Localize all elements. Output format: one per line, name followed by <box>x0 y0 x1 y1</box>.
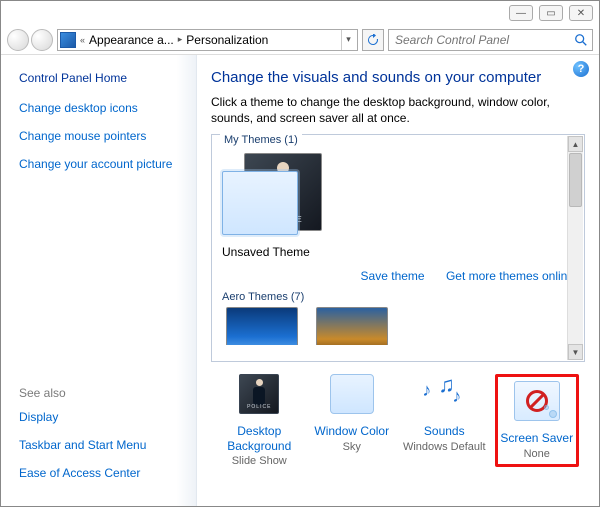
breadcrumb-personalization[interactable]: Personalization <box>186 33 268 47</box>
taskbar-start-menu-link[interactable]: Taskbar and Start Menu <box>19 438 184 452</box>
screen-saver-label: Screen Saver <box>500 431 574 445</box>
search-input[interactable] <box>393 32 563 48</box>
help-button[interactable]: ? <box>573 61 589 77</box>
sounds-item[interactable]: ♪ ♫ ♪ Sounds Windows Default <box>402 374 486 467</box>
chevron-left-icon: « <box>80 35 85 45</box>
see-also-section: See also Display Taskbar and Start Menu … <box>19 386 184 494</box>
theme-label: Unsaved Theme <box>222 245 332 259</box>
sounds-icon: ♪ ♫ ♪ <box>420 374 468 414</box>
breadcrumb-dropdown-icon[interactable]: ▾ <box>341 30 355 50</box>
address-bar: « Appearance a... ▸ Personalization ▾ <box>1 25 599 55</box>
window-color-value: Sky <box>310 441 394 453</box>
control-panel-home-link[interactable]: Control Panel Home <box>19 71 184 85</box>
sidebar: Control Panel Home Change desktop icons … <box>1 55 197 506</box>
control-panel-icon <box>60 32 76 48</box>
close-button[interactable]: ✕ <box>569 5 593 21</box>
breadcrumb-appearance[interactable]: Appearance a... <box>89 33 174 47</box>
main-content: ? Change the visuals and sounds on your … <box>197 55 599 506</box>
window-color-label: Window Color <box>310 424 394 438</box>
my-themes-label: My Themes (1) <box>220 134 302 146</box>
minimize-button[interactable]: — <box>509 5 533 21</box>
sounds-value: Windows Default <box>402 441 486 453</box>
page-description: Click a theme to change the desktop back… <box>211 94 585 126</box>
breadcrumb-field[interactable]: « Appearance a... ▸ Personalization ▾ <box>57 29 358 51</box>
nav-back-button[interactable] <box>7 29 29 51</box>
sounds-label: Sounds <box>402 424 486 438</box>
window-color-icon <box>330 374 374 414</box>
change-mouse-pointers-link[interactable]: Change mouse pointers <box>19 129 184 143</box>
screen-saver-icon <box>514 381 560 421</box>
theme-window-color-thumb <box>222 171 298 235</box>
refresh-button[interactable] <box>362 29 384 51</box>
get-more-themes-link[interactable]: Get more themes online <box>446 269 574 283</box>
theme-unsaved[interactable]: Unsaved Theme <box>222 153 332 259</box>
page-title: Change the visuals and sounds on your co… <box>211 69 585 86</box>
ease-of-access-link[interactable]: Ease of Access Center <box>19 466 184 480</box>
nav-forward-button[interactable] <box>31 29 53 51</box>
maximize-button[interactable]: ▭ <box>539 5 563 21</box>
scroll-thumb[interactable] <box>569 153 582 207</box>
display-link[interactable]: Display <box>19 410 184 424</box>
window-color-item[interactable]: Window Color Sky <box>310 374 394 467</box>
aero-theme-1[interactable] <box>226 307 298 345</box>
save-theme-link[interactable]: Save theme <box>361 269 425 283</box>
desktop-background-value: Slide Show <box>217 455 301 467</box>
chevron-right-icon: ▸ <box>178 34 183 45</box>
search-box[interactable] <box>388 29 593 51</box>
themes-scrollbar[interactable]: ▲ ▼ <box>567 136 583 360</box>
control-panel-window: — ▭ ✕ « Appearance a... ▸ Personalizatio… <box>0 0 600 507</box>
desktop-background-item[interactable]: Desktop Background Slide Show <box>217 374 301 467</box>
aero-themes-row <box>212 307 584 345</box>
desktop-background-label: Desktop Background <box>217 424 301 453</box>
search-icon <box>574 33 588 47</box>
window-titlebar: — ▭ ✕ <box>1 1 599 25</box>
screen-saver-value: None <box>500 448 574 460</box>
screen-saver-item[interactable]: Screen Saver None <box>495 374 579 467</box>
change-desktop-icons-link[interactable]: Change desktop icons <box>19 101 184 115</box>
themes-panel: My Themes (1) Unsaved Theme Save theme <box>211 134 585 362</box>
aero-theme-2[interactable] <box>316 307 388 345</box>
scroll-up-button[interactable]: ▲ <box>568 136 583 152</box>
aero-themes-label: Aero Themes (7) <box>212 289 584 307</box>
scroll-down-button[interactable]: ▼ <box>568 344 583 360</box>
desktop-background-icon <box>239 374 279 414</box>
refresh-icon <box>367 34 379 46</box>
change-account-picture-link[interactable]: Change your account picture <box>19 157 184 171</box>
settings-row: Desktop Background Slide Show Window Col… <box>211 362 585 467</box>
see-also-header: See also <box>19 386 184 400</box>
